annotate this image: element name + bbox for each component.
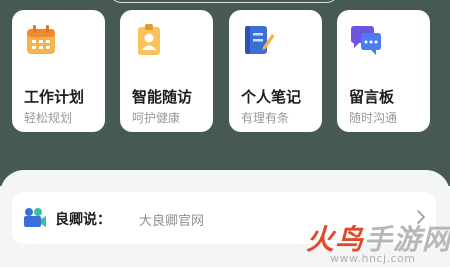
top-search-edge (108, 0, 340, 3)
video-camera-icon (24, 208, 46, 227)
notice-text: 大良卿官网 (139, 214, 205, 229)
notebook-icon (245, 26, 275, 54)
notice-label: 良卿说： (55, 212, 111, 228)
card-subtitle: 轻松规划 (24, 111, 73, 125)
calendar-icon (27, 25, 55, 54)
card-work-plan[interactable]: 工作计划 轻松规划 (12, 10, 105, 132)
card-title: 工作计划 (24, 88, 85, 106)
card-smart-followup[interactable]: 智能随访 呵护健康 (120, 10, 213, 132)
id-badge-icon (138, 24, 160, 55)
chat-bubbles-icon (351, 26, 381, 55)
card-title: 智能随访 (132, 88, 193, 106)
card-subtitle: 有理有条 (241, 111, 290, 125)
card-subtitle: 呵护健康 (132, 111, 181, 125)
watermark-url: www.hncj.com (330, 252, 416, 265)
card-personal-notes[interactable]: 个人笔记 有理有条 (229, 10, 322, 132)
card-title: 留言板 (349, 88, 395, 106)
card-title: 个人笔记 (241, 88, 302, 106)
card-message-board[interactable]: 留言板 随时沟通 (337, 10, 430, 132)
card-subtitle: 随时沟通 (349, 111, 398, 125)
